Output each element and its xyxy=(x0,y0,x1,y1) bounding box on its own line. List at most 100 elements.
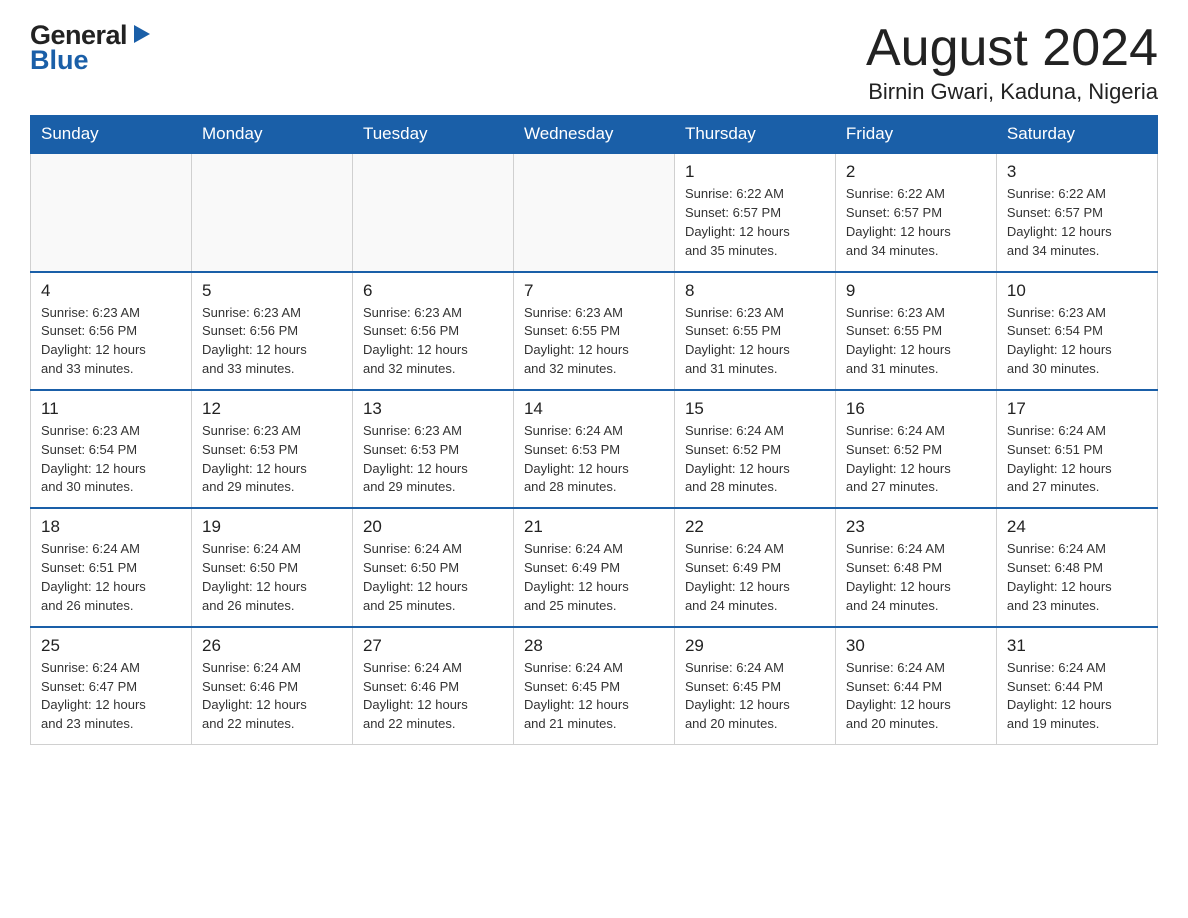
day-number: 2 xyxy=(846,162,986,182)
calendar-cell: 3 Sunrise: 6:22 AM Sunset: 6:57 PM Daylig… xyxy=(996,153,1157,271)
day-info: Sunrise: 6:23 AM Sunset: 6:55 PM Dayligh… xyxy=(524,304,664,379)
day-info: Sunrise: 6:24 AM Sunset: 6:45 PM Dayligh… xyxy=(524,659,664,734)
day-info: Sunrise: 6:24 AM Sunset: 6:52 PM Dayligh… xyxy=(685,422,825,497)
day-number: 15 xyxy=(685,399,825,419)
calendar-week-row: 11Sunrise: 6:23 AM Sunset: 6:54 PM Dayli… xyxy=(31,390,1158,508)
calendar-cell: 23Sunrise: 6:24 AM Sunset: 6:48 PM Dayli… xyxy=(835,508,996,626)
calendar-cell: 10Sunrise: 6:23 AM Sunset: 6:54 PM Dayli… xyxy=(996,272,1157,390)
calendar-cell: 6 Sunrise: 6:23 AM Sunset: 6:56 PM Daylig… xyxy=(352,272,513,390)
calendar-cell: 4 Sunrise: 6:23 AM Sunset: 6:56 PM Daylig… xyxy=(31,272,192,390)
calendar-body: 1 Sunrise: 6:22 AM Sunset: 6:57 PM Daylig… xyxy=(31,153,1158,744)
day-number: 18 xyxy=(41,517,181,537)
day-info: Sunrise: 6:24 AM Sunset: 6:45 PM Dayligh… xyxy=(685,659,825,734)
day-number: 11 xyxy=(41,399,181,419)
day-number: 24 xyxy=(1007,517,1147,537)
calendar-table: SundayMondayTuesdayWednesdayThursdayFrid… xyxy=(30,115,1158,745)
day-number: 26 xyxy=(202,636,342,656)
day-number: 4 xyxy=(41,281,181,301)
weekday-header-friday: Friday xyxy=(835,116,996,154)
day-number: 6 xyxy=(363,281,503,301)
day-info: Sunrise: 6:23 AM Sunset: 6:56 PM Dayligh… xyxy=(363,304,503,379)
calendar-cell: 7 Sunrise: 6:23 AM Sunset: 6:55 PM Daylig… xyxy=(513,272,674,390)
calendar-cell: 29Sunrise: 6:24 AM Sunset: 6:45 PM Dayli… xyxy=(674,627,835,745)
day-info: Sunrise: 6:24 AM Sunset: 6:47 PM Dayligh… xyxy=(41,659,181,734)
calendar-cell: 15 Sunrise: 6:24 AM Sunset: 6:52 PM Dayli… xyxy=(674,390,835,508)
day-info: Sunrise: 6:23 AM Sunset: 6:56 PM Dayligh… xyxy=(202,304,342,379)
day-info: Sunrise: 6:23 AM Sunset: 6:56 PM Dayligh… xyxy=(41,304,181,379)
calendar-cell xyxy=(513,153,674,271)
calendar-cell: 13 Sunrise: 6:23 AM Sunset: 6:53 PM Dayli… xyxy=(352,390,513,508)
weekday-header-thursday: Thursday xyxy=(674,116,835,154)
day-number: 31 xyxy=(1007,636,1147,656)
calendar-week-row: 1 Sunrise: 6:22 AM Sunset: 6:57 PM Daylig… xyxy=(31,153,1158,271)
weekday-header-monday: Monday xyxy=(191,116,352,154)
calendar-cell: 11Sunrise: 6:23 AM Sunset: 6:54 PM Dayli… xyxy=(31,390,192,508)
weekday-header-saturday: Saturday xyxy=(996,116,1157,154)
calendar-week-row: 18Sunrise: 6:24 AM Sunset: 6:51 PM Dayli… xyxy=(31,508,1158,626)
day-info: Sunrise: 6:24 AM Sunset: 6:49 PM Dayligh… xyxy=(524,540,664,615)
day-number: 1 xyxy=(685,162,825,182)
day-info: Sunrise: 6:23 AM Sunset: 6:55 PM Dayligh… xyxy=(846,304,986,379)
day-info: Sunrise: 6:24 AM Sunset: 6:46 PM Dayligh… xyxy=(202,659,342,734)
title-area: August 2024 Birnin Gwari, Kaduna, Nigeri… xyxy=(866,20,1158,105)
calendar-cell: 18Sunrise: 6:24 AM Sunset: 6:51 PM Dayli… xyxy=(31,508,192,626)
calendar-cell: 20 Sunrise: 6:24 AM Sunset: 6:50 PM Dayli… xyxy=(352,508,513,626)
day-number: 20 xyxy=(363,517,503,537)
day-info: Sunrise: 6:24 AM Sunset: 6:44 PM Dayligh… xyxy=(846,659,986,734)
calendar-cell: 25 Sunrise: 6:24 AM Sunset: 6:47 PM Dayli… xyxy=(31,627,192,745)
calendar-cell: 17 Sunrise: 6:24 AM Sunset: 6:51 PM Dayli… xyxy=(996,390,1157,508)
calendar-cell: 27Sunrise: 6:24 AM Sunset: 6:46 PM Dayli… xyxy=(352,627,513,745)
day-info: Sunrise: 6:23 AM Sunset: 6:55 PM Dayligh… xyxy=(685,304,825,379)
day-number: 12 xyxy=(202,399,342,419)
day-number: 8 xyxy=(685,281,825,301)
day-number: 5 xyxy=(202,281,342,301)
calendar-cell: 16Sunrise: 6:24 AM Sunset: 6:52 PM Dayli… xyxy=(835,390,996,508)
calendar-cell xyxy=(191,153,352,271)
day-info: Sunrise: 6:24 AM Sunset: 6:51 PM Dayligh… xyxy=(1007,422,1147,497)
day-number: 14 xyxy=(524,399,664,419)
calendar-cell: 22Sunrise: 6:24 AM Sunset: 6:49 PM Dayli… xyxy=(674,508,835,626)
day-info: Sunrise: 6:22 AM Sunset: 6:57 PM Dayligh… xyxy=(1007,185,1147,260)
day-number: 25 xyxy=(41,636,181,656)
calendar-cell: 9Sunrise: 6:23 AM Sunset: 6:55 PM Daylig… xyxy=(835,272,996,390)
calendar-cell: 2 Sunrise: 6:22 AM Sunset: 6:57 PM Daylig… xyxy=(835,153,996,271)
weekday-header-tuesday: Tuesday xyxy=(352,116,513,154)
calendar-week-row: 25 Sunrise: 6:24 AM Sunset: 6:47 PM Dayli… xyxy=(31,627,1158,745)
day-info: Sunrise: 6:24 AM Sunset: 6:48 PM Dayligh… xyxy=(846,540,986,615)
calendar-cell: 1 Sunrise: 6:22 AM Sunset: 6:57 PM Daylig… xyxy=(674,153,835,271)
location-title: Birnin Gwari, Kaduna, Nigeria xyxy=(866,79,1158,105)
day-info: Sunrise: 6:23 AM Sunset: 6:53 PM Dayligh… xyxy=(363,422,503,497)
day-number: 13 xyxy=(363,399,503,419)
day-info: Sunrise: 6:24 AM Sunset: 6:49 PM Dayligh… xyxy=(685,540,825,615)
calendar-cell xyxy=(31,153,192,271)
calendar-cell: 12Sunrise: 6:23 AM Sunset: 6:53 PM Dayli… xyxy=(191,390,352,508)
day-info: Sunrise: 6:24 AM Sunset: 6:50 PM Dayligh… xyxy=(202,540,342,615)
calendar-cell: 5 Sunrise: 6:23 AM Sunset: 6:56 PM Daylig… xyxy=(191,272,352,390)
day-number: 21 xyxy=(524,517,664,537)
weekday-header-wednesday: Wednesday xyxy=(513,116,674,154)
page-header: General Blue August 2024 Birnin Gwari, K… xyxy=(30,20,1158,105)
day-number: 3 xyxy=(1007,162,1147,182)
day-info: Sunrise: 6:24 AM Sunset: 6:50 PM Dayligh… xyxy=(363,540,503,615)
day-info: Sunrise: 6:24 AM Sunset: 6:46 PM Dayligh… xyxy=(363,659,503,734)
day-number: 7 xyxy=(524,281,664,301)
calendar-cell: 24 Sunrise: 6:24 AM Sunset: 6:48 PM Dayli… xyxy=(996,508,1157,626)
weekday-header-row: SundayMondayTuesdayWednesdayThursdayFrid… xyxy=(31,116,1158,154)
day-number: 30 xyxy=(846,636,986,656)
calendar-cell: 8 Sunrise: 6:23 AM Sunset: 6:55 PM Daylig… xyxy=(674,272,835,390)
day-info: Sunrise: 6:22 AM Sunset: 6:57 PM Dayligh… xyxy=(846,185,986,260)
logo-arrow-icon xyxy=(130,23,152,50)
day-info: Sunrise: 6:23 AM Sunset: 6:54 PM Dayligh… xyxy=(1007,304,1147,379)
day-info: Sunrise: 6:24 AM Sunset: 6:48 PM Dayligh… xyxy=(1007,540,1147,615)
calendar-week-row: 4 Sunrise: 6:23 AM Sunset: 6:56 PM Daylig… xyxy=(31,272,1158,390)
day-info: Sunrise: 6:24 AM Sunset: 6:53 PM Dayligh… xyxy=(524,422,664,497)
day-info: Sunrise: 6:24 AM Sunset: 6:52 PM Dayligh… xyxy=(846,422,986,497)
weekday-header-sunday: Sunday xyxy=(31,116,192,154)
day-number: 28 xyxy=(524,636,664,656)
day-number: 17 xyxy=(1007,399,1147,419)
calendar-cell: 30 Sunrise: 6:24 AM Sunset: 6:44 PM Dayli… xyxy=(835,627,996,745)
calendar-cell: 19Sunrise: 6:24 AM Sunset: 6:50 PM Dayli… xyxy=(191,508,352,626)
day-info: Sunrise: 6:22 AM Sunset: 6:57 PM Dayligh… xyxy=(685,185,825,260)
day-info: Sunrise: 6:24 AM Sunset: 6:44 PM Dayligh… xyxy=(1007,659,1147,734)
month-title: August 2024 xyxy=(866,20,1158,77)
